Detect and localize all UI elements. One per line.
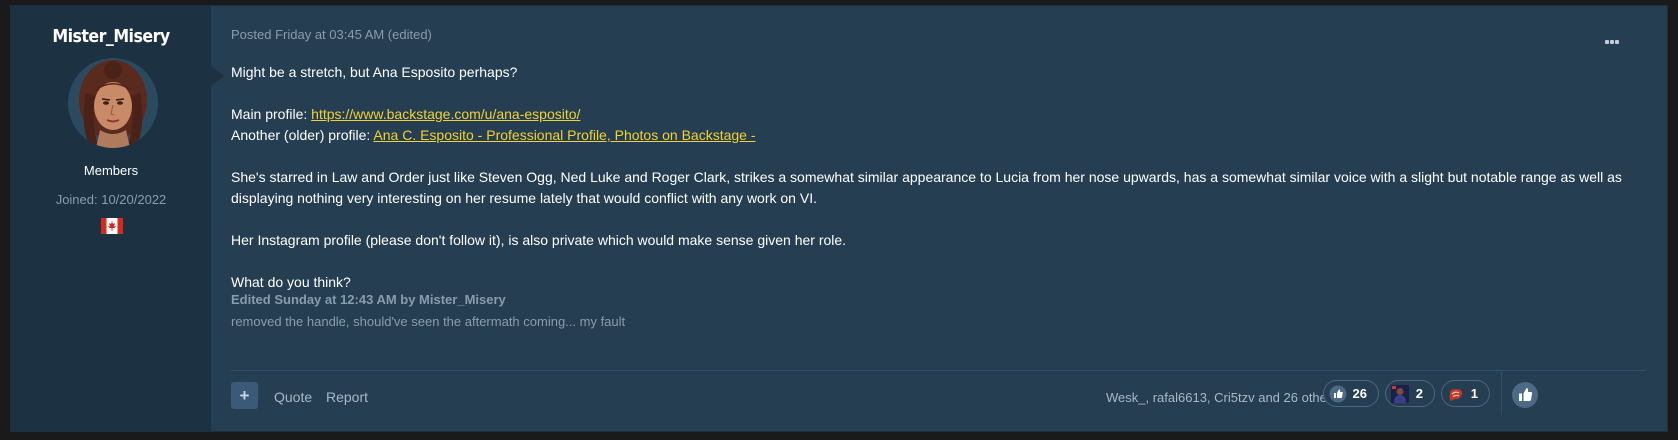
post-body: Might be a stretch, but Ana Esposito per… bbox=[231, 62, 1641, 314]
post-paragraph: Main profile: https://www.backstage.com/… bbox=[231, 104, 1641, 146]
reaction-steak[interactable]: 1 bbox=[1441, 380, 1490, 407]
older-profile-label: Another (older) profile: bbox=[231, 127, 374, 143]
author-group: Members bbox=[83, 163, 139, 178]
canada-flag-icon bbox=[101, 218, 123, 234]
report-button[interactable]: Report bbox=[326, 389, 368, 405]
character-portrait bbox=[68, 58, 158, 148]
post-paragraph: She's starred in Law and Order just like… bbox=[231, 169, 1622, 206]
author-joined-date: Joined: 10/20/2022 bbox=[55, 192, 167, 207]
thumbs-up-icon[interactable] bbox=[1511, 381, 1539, 409]
author-panel: Mister_Misery Members Joined: 10/20/2022 bbox=[11, 6, 211, 431]
edited-notice: Edited Sunday at 12:43 AM by Mister_Mise… bbox=[231, 292, 506, 307]
ellipsis-icon[interactable] bbox=[1605, 31, 1621, 44]
reaction-count: 2 bbox=[1415, 386, 1423, 401]
author-name[interactable]: Mister_Misery bbox=[23, 26, 199, 47]
edit-reason: removed the handle, should've seen the a… bbox=[231, 314, 626, 329]
forum-post: Mister_Misery Members Joined: 10/20/2022 bbox=[10, 5, 1668, 432]
reactors-list[interactable]: Wesk_, rafal6613, Cri5tzv and 26 others bbox=[1106, 390, 1338, 405]
footer-divider bbox=[231, 370, 1646, 371]
steak-icon bbox=[1447, 385, 1465, 403]
post-paragraph: What do you think? bbox=[231, 274, 351, 290]
thumbs-up-icon bbox=[1329, 385, 1347, 403]
reaction-count: 1 bbox=[1470, 386, 1478, 401]
main-profile-label: Main profile: bbox=[231, 106, 312, 122]
post-content: Posted Friday at 03:45 AM (edited) Might… bbox=[231, 6, 1667, 431]
quote-button[interactable]: Quote bbox=[274, 389, 312, 405]
multiquote-button[interactable]: + bbox=[231, 382, 258, 409]
character-avatar-icon bbox=[1391, 385, 1409, 403]
reaction-character[interactable]: 2 bbox=[1385, 380, 1435, 407]
reaction-count: 26 bbox=[1352, 386, 1367, 401]
main-profile-link[interactable]: https://www.backstage.com/u/ana-esposito… bbox=[311, 106, 580, 122]
reaction-separator bbox=[1501, 372, 1502, 415]
older-profile-link[interactable]: Ana C. Esposito - Professional Profile, … bbox=[373, 127, 755, 143]
post-meta[interactable]: Posted Friday at 03:45 AM (edited) bbox=[231, 27, 432, 42]
post-paragraph: Her Instagram profile (please don't foll… bbox=[231, 232, 847, 248]
post-paragraph: Might be a stretch, but Ana Esposito per… bbox=[231, 64, 518, 80]
author-panel-pointer bbox=[211, 66, 224, 86]
author-avatar[interactable] bbox=[68, 58, 158, 148]
reaction-thumbs-up[interactable]: 26 bbox=[1323, 380, 1379, 407]
